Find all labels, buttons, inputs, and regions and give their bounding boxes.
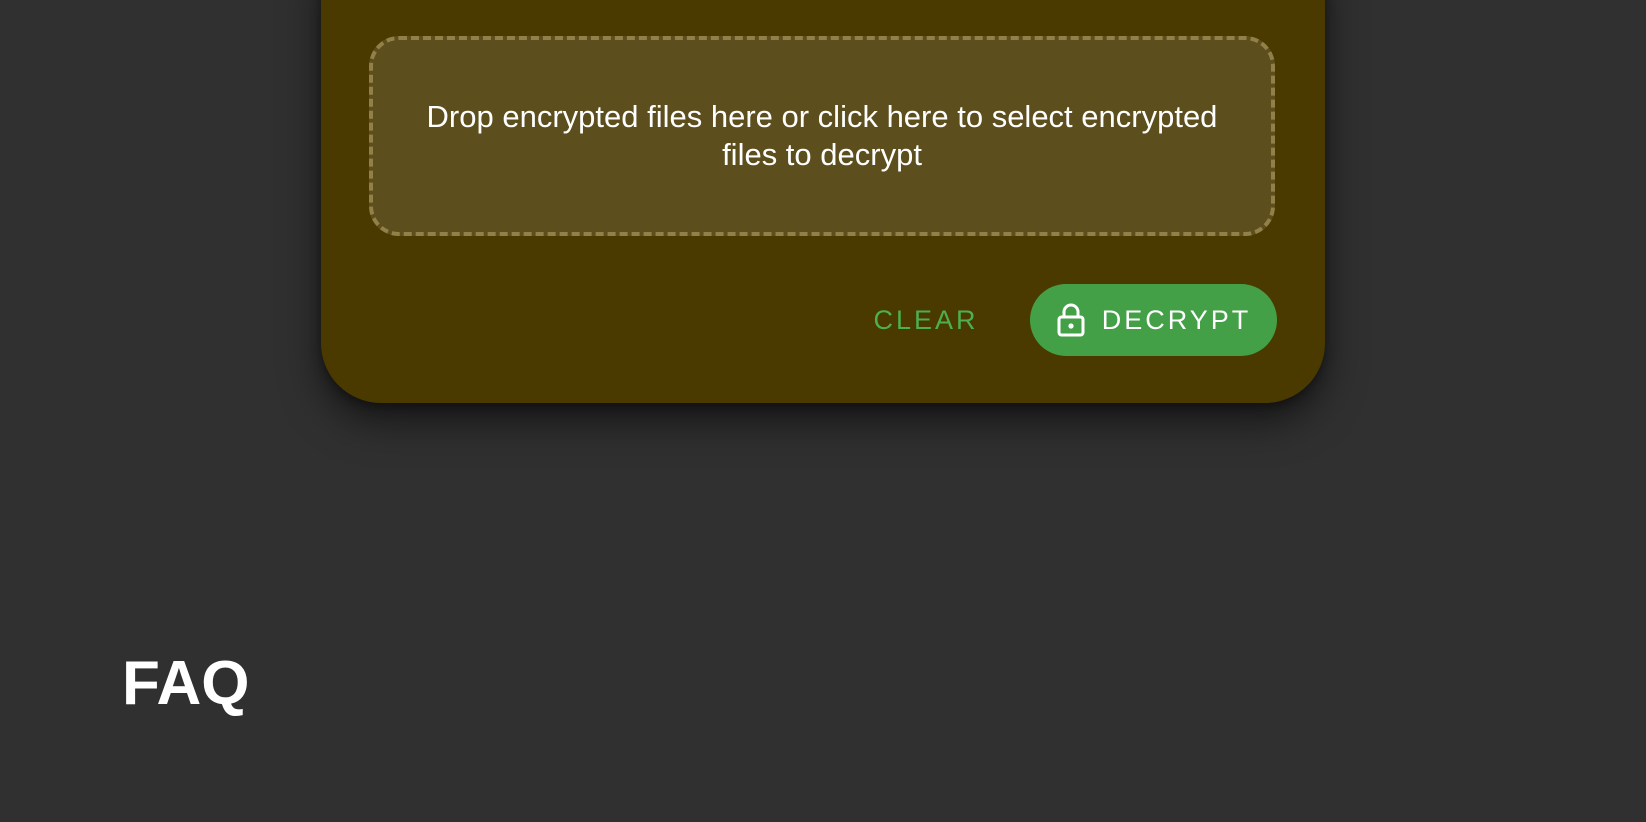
clear-button[interactable]: CLEAR (861, 284, 991, 356)
decrypt-button-label: DECRYPT (1101, 304, 1252, 335)
dropzone-label: Drop encrypted files here or click here … (426, 99, 1218, 172)
decrypt-button[interactable]: DECRYPT (1030, 284, 1277, 356)
decrypt-card: Drop encrypted files here or click here … (321, 0, 1325, 403)
faq-heading: FAQ (122, 649, 250, 718)
file-dropzone[interactable]: Drop encrypted files here or click here … (369, 36, 1275, 236)
lock-icon (1057, 303, 1085, 337)
